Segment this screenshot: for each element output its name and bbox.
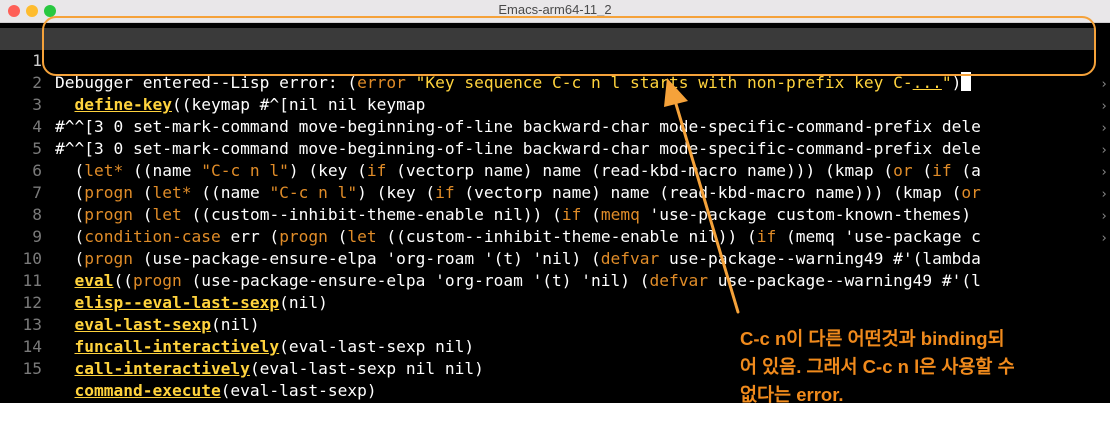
line-content: command-execute(eval-last-sexp) bbox=[74, 381, 377, 400]
window-title: Emacs-arm64-11_2 bbox=[498, 2, 612, 17]
annotation-line: C-c n이 다른 어떤것과 binding되 bbox=[740, 328, 1005, 349]
backtrace-line[interactable]: 6 (progn (let* ((name "C-c n l") (key (i… bbox=[0, 138, 1110, 202]
line-number: 15 bbox=[22, 359, 43, 378]
backtrace-line[interactable]: 8 (condition-case err (progn (let ((cust… bbox=[0, 182, 1110, 246]
continuation-arrow-icon: › bbox=[1100, 121, 1108, 136]
annotation-line: 어 있음. 그래서 C-c n l은 사용할 수 bbox=[740, 356, 1015, 377]
continuation-arrow-icon: › bbox=[1100, 231, 1108, 246]
backtrace-line[interactable]: 4 #^^[3 0 set-mark-command move-beginnin… bbox=[0, 94, 1110, 158]
backtrace-line[interactable]: 12 eval-last-sexp(nil) bbox=[0, 270, 1110, 334]
line-content: call-interactively(eval-last-sexp nil ni… bbox=[74, 359, 484, 378]
backtrace-line[interactable]: 7 (progn (let ((custom--inhibit-theme-en… bbox=[0, 160, 1110, 224]
continuation-arrow-icon: › bbox=[1100, 77, 1108, 92]
backtrace-line[interactable]: 11 elisp--eval-last-sexp(nil) bbox=[0, 248, 1110, 312]
backtrace-line[interactable]: 10 eval((progn (use-package-ensure-elpa … bbox=[0, 226, 1110, 290]
continuation-arrow-icon: › bbox=[1100, 187, 1108, 202]
backtrace-line[interactable]: 13 funcall-interactively(eval-last-sexp … bbox=[0, 292, 1110, 356]
continuation-arrow-icon: › bbox=[1100, 165, 1108, 180]
annotation-line: 없다는 error. bbox=[740, 384, 844, 405]
backtrace-line[interactable]: 9 (progn (use-package-ensure-elpa 'org-r… bbox=[0, 204, 1110, 268]
annotation-highlight-box bbox=[42, 16, 1096, 76]
function-link[interactable]: command-execute bbox=[75, 381, 221, 400]
function-link[interactable]: call-interactively bbox=[75, 359, 250, 378]
continuation-arrow-icon: › bbox=[1100, 209, 1108, 224]
continuation-arrow-icon: › bbox=[1100, 99, 1108, 114]
annotation-note: C-c n이 다른 어떤것과 binding되 어 있음. 그래서 C-c n … bbox=[740, 325, 1110, 409]
continuation-arrow-icon: › bbox=[1100, 143, 1108, 158]
backtrace-line[interactable]: 5 (let* ((name "C-c n l") (key (if (vect… bbox=[0, 116, 1110, 180]
